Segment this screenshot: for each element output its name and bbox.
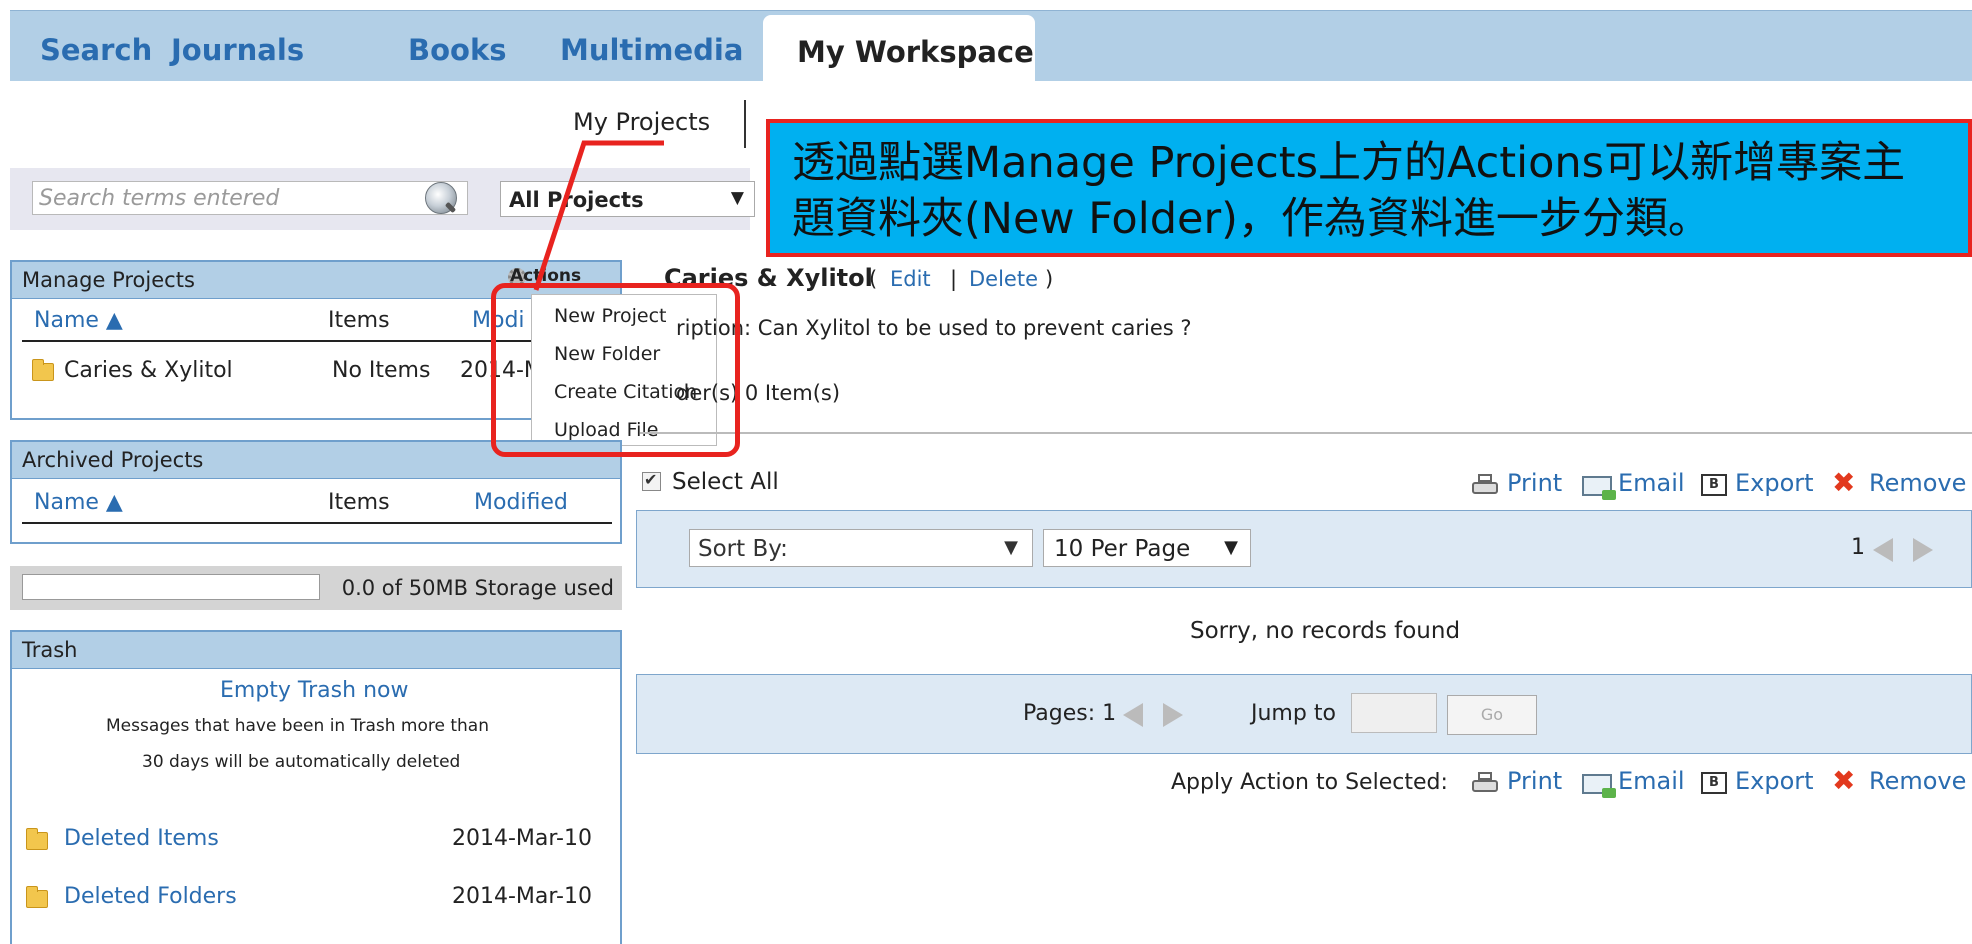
apply-print-button[interactable]: Print [1507, 767, 1562, 795]
callout-text: 透過點選Manage Projects上方的Actions可以新增專案主 題資料… [792, 135, 1905, 247]
search-row: All Projects ▼ [10, 168, 755, 230]
tab-books[interactable]: Books [408, 33, 507, 67]
archived-sort-by-modified-link[interactable]: Modified [474, 490, 568, 515]
project-scope-select[interactable]: All Projects ▼ [500, 181, 755, 217]
folder-icon [32, 359, 54, 381]
folder-icon [26, 828, 48, 850]
select-all-label[interactable]: Select All [672, 469, 779, 495]
storage-usage-text: 0.0 of 50MB Storage used [341, 576, 614, 600]
tab-journals[interactable]: Journals [171, 33, 304, 67]
tab-search[interactable]: Search [40, 33, 152, 67]
dropdown-arrow-icon: ▼ [1224, 537, 1238, 558]
trash-message-line2: 30 days will be automatically deleted [142, 752, 461, 772]
next-page-icon[interactable] [1913, 538, 1933, 562]
tab-my-workspace[interactable]: My Workspace [763, 15, 1035, 83]
trash-message-line1: Messages that have been in Trash more th… [106, 716, 489, 736]
page-number: 1 [1851, 535, 1865, 560]
annotation-callout: 透過點選Manage Projects上方的Actions可以新增專案主 題資料… [766, 119, 1972, 257]
sort-by-value: Sort By: [698, 536, 788, 562]
no-records-message: Sorry, no records found [1190, 618, 1461, 644]
select-all-checkbox[interactable] [642, 470, 661, 491]
export-icon[interactable]: B [1701, 474, 1727, 496]
archived-items-column-header: Items [328, 490, 390, 515]
callout-line-1: 透過點選Manage Projects上方的Actions可以新增專案主 [792, 138, 1906, 188]
sort-bar: Sort By: ▼ 10 Per Page ▼ 1 [636, 510, 1972, 588]
subnav-my-projects[interactable]: My Projects [573, 108, 710, 136]
dropdown-arrow-icon: ▼ [1004, 537, 1018, 558]
callout-line-2: 題資料夾(New Folder)，作為資料進一步分類。 [792, 194, 1711, 244]
apply-email-button[interactable]: Email [1618, 767, 1685, 795]
project-description: ription: Can Xylitol to be used to preve… [676, 316, 1192, 340]
deleted-folders-link[interactable]: Deleted Folders [64, 884, 237, 909]
export-icon[interactable]: B [1701, 772, 1727, 794]
actions-menu-highlight [491, 283, 740, 457]
project-scope-value: All Projects [509, 188, 644, 212]
email-icon[interactable] [1582, 774, 1616, 798]
search-icon[interactable] [425, 182, 457, 214]
deleted-items-link[interactable]: Deleted Items [64, 826, 219, 851]
content-divider [640, 432, 1972, 434]
email-icon[interactable] [1582, 476, 1616, 500]
deleted-items-date: 2014-Mar-10 [452, 826, 592, 851]
folder-icon [26, 886, 48, 908]
archived-column-divider [22, 522, 612, 524]
jump-to-label: Jump to [1251, 701, 1336, 726]
paren-close: ) [1045, 267, 1054, 291]
jump-to-input[interactable] [1351, 693, 1437, 733]
project-items-count: No Items [332, 358, 431, 383]
prev-page-icon[interactable] [1123, 703, 1143, 727]
remove-button[interactable]: Remove [1869, 469, 1966, 497]
remove-icon[interactable]: ✖ [1832, 764, 1855, 797]
trash-header: Trash [12, 632, 620, 669]
trash-title: Trash [22, 638, 78, 662]
search-input[interactable] [32, 181, 468, 215]
storage-meter: 0.0 of 50MB Storage used [10, 566, 622, 610]
archived-sort-by-name-link[interactable]: Name ▲ [34, 490, 123, 515]
email-button[interactable]: Email [1618, 469, 1685, 497]
items-column-header: Items [328, 308, 390, 333]
apply-remove-button[interactable]: Remove [1869, 767, 1966, 795]
export-button[interactable]: Export [1735, 469, 1814, 497]
per-page-select[interactable]: 10 Per Page ▼ [1043, 529, 1251, 567]
delete-project-link[interactable]: Delete [969, 267, 1038, 291]
pager-bar: Pages: 1 Jump to Go [636, 674, 1972, 754]
printer-icon[interactable] [1472, 474, 1498, 496]
prev-page-icon[interactable] [1873, 538, 1893, 562]
apply-action-label: Apply Action to Selected: [1171, 770, 1448, 795]
remove-icon[interactable]: ✖ [1832, 466, 1855, 499]
next-page-icon[interactable] [1163, 703, 1183, 727]
apply-export-button[interactable]: Export [1735, 767, 1814, 795]
paren-open: ( [869, 267, 878, 291]
dropdown-arrow-icon: ▼ [730, 188, 744, 208]
pages-label: Pages: 1 [1023, 701, 1117, 726]
tab-my-workspace-label: My Workspace [797, 35, 1034, 69]
manage-projects-title: Manage Projects [22, 268, 195, 292]
project-link-caries-xylitol[interactable]: Caries & Xylitol [64, 358, 233, 383]
link-separator: | [950, 267, 958, 291]
archived-projects-title: Archived Projects [22, 448, 204, 472]
storage-progress-bar [22, 574, 320, 600]
sort-by-name-link[interactable]: Name ▲ [34, 308, 123, 333]
go-button[interactable]: Go [1447, 695, 1537, 735]
print-button[interactable]: Print [1507, 469, 1562, 497]
tab-multimedia[interactable]: Multimedia [560, 33, 743, 67]
printer-icon[interactable] [1472, 772, 1498, 794]
edit-project-link[interactable]: Edit [890, 267, 931, 291]
sort-by-select[interactable]: Sort By: ▼ [689, 529, 1033, 567]
per-page-value: 10 Per Page [1054, 536, 1191, 562]
subnav-divider [744, 100, 746, 148]
empty-trash-link[interactable]: Empty Trash now [220, 678, 408, 703]
deleted-folders-date: 2014-Mar-10 [452, 884, 592, 909]
top-nav-bar: Search Journals Books Multimedia My Work… [10, 10, 1972, 83]
